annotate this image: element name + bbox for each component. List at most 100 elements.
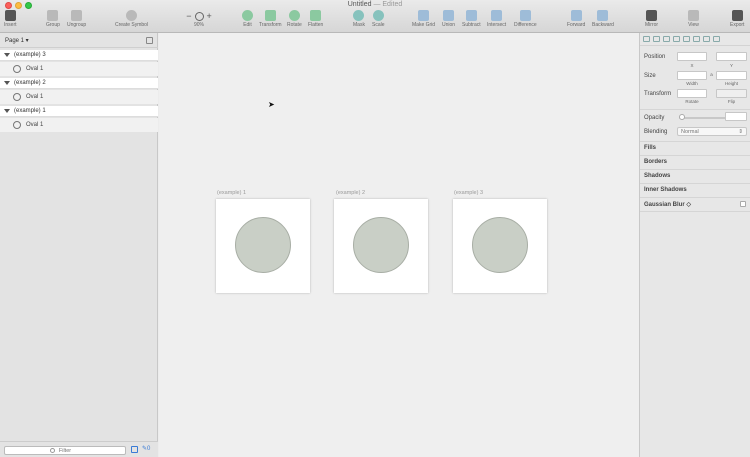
create-symbol-label: Create Symbol — [115, 22, 149, 28]
scale-button[interactable]: Scale — [372, 10, 385, 28]
intersect-button[interactable]: Intersect — [487, 10, 506, 28]
artboard-example-2[interactable] — [334, 199, 428, 293]
flip-buttons[interactable] — [716, 89, 747, 98]
artboard-label[interactable]: (example) 3 — [454, 190, 483, 196]
lock-ratio-icon[interactable]: a — [707, 72, 716, 77]
group-button[interactable]: Group — [46, 10, 60, 28]
flatten-label: Flatten — [308, 22, 324, 28]
oval-shape[interactable] — [472, 217, 528, 273]
union-label: Union — [442, 22, 456, 28]
flatten-button[interactable]: Flatten — [308, 10, 323, 28]
window-title-suffix: — Edited — [373, 1, 403, 8]
layer-oval[interactable]: Oval 1 — [0, 118, 158, 132]
x-field[interactable] — [677, 52, 707, 61]
width-field[interactable] — [677, 71, 707, 80]
y-label: Y — [729, 63, 733, 68]
zoom-in-button[interactable]: + — [207, 11, 212, 21]
artboard-example-1[interactable] — [216, 199, 310, 293]
export-label: Export — [730, 22, 745, 28]
gaussian-blur-select[interactable]: Gaussian Blur ◇ — [644, 201, 691, 208]
export-button[interactable]: Export — [730, 10, 744, 28]
union-button[interactable]: Union — [442, 10, 455, 28]
blending-select[interactable]: Normal ⇕ — [677, 127, 747, 136]
edit-button[interactable]: Edit — [242, 10, 253, 28]
edited-count: 0 — [147, 446, 151, 452]
opacity-field[interactable] — [725, 112, 747, 121]
distribute-horizontal-icon[interactable] — [643, 36, 650, 42]
artboard-name: (example) 1 — [14, 108, 46, 114]
chevron-up-down-icon: ⇕ — [738, 129, 743, 135]
align-bottom-icon[interactable] — [713, 36, 720, 42]
artboard-example-3[interactable] — [453, 199, 547, 293]
y-field[interactable] — [716, 52, 747, 61]
forward-label: Forward — [567, 22, 586, 28]
ungroup-button[interactable]: Ungroup — [67, 10, 86, 28]
height-field[interactable] — [716, 71, 747, 80]
layer-artboard-example-2[interactable]: (example) 2 — [0, 78, 158, 89]
create-symbol-button[interactable]: Create Symbol — [115, 10, 148, 28]
opacity-slider-knob[interactable] — [679, 114, 685, 120]
opacity-slider[interactable] — [679, 117, 731, 119]
view-button[interactable]: View — [688, 10, 699, 28]
layer-name: Oval 1 — [26, 122, 44, 128]
artboard-label[interactable]: (example) 1 — [217, 190, 246, 196]
transform-label: Transform — [644, 91, 672, 97]
page-selector[interactable]: Page 1 ▾ — [5, 37, 29, 44]
rotate-field[interactable] — [677, 89, 707, 98]
mask-button[interactable]: Mask — [353, 10, 365, 28]
align-center-icon[interactable] — [673, 36, 680, 42]
export-icon — [731, 10, 743, 21]
forward-button[interactable]: Forward — [567, 10, 585, 28]
oval-shape[interactable] — [235, 217, 291, 273]
disclosure-triangle-icon[interactable] — [4, 109, 10, 113]
oval-icon — [13, 93, 21, 101]
edited-layers-toggle[interactable]: ✎0 — [142, 445, 150, 452]
make-grid-button[interactable]: Make Grid — [412, 10, 435, 28]
blending-value: Normal — [681, 129, 699, 135]
subtract-button[interactable]: Subtract — [462, 10, 481, 28]
shadows-section[interactable]: Shadows — [644, 173, 670, 179]
align-left-icon[interactable] — [663, 36, 670, 42]
align-top-icon[interactable] — [693, 36, 700, 42]
fills-section[interactable]: Fills — [644, 145, 656, 151]
layer-name: Oval 1 — [26, 94, 44, 100]
position-label: Position — [644, 54, 666, 60]
gaussian-blur-checkbox[interactable] — [740, 201, 746, 207]
inner-shadows-section[interactable]: Inner Shadows — [644, 187, 687, 193]
transform-button[interactable]: Transform — [259, 10, 282, 28]
divider — [640, 155, 750, 156]
add-page-icon[interactable] — [146, 37, 153, 44]
rotate-label: Rotate — [685, 99, 699, 104]
align-right-icon[interactable] — [683, 36, 690, 42]
layer-oval[interactable]: Oval 1 — [0, 62, 158, 76]
filter-input[interactable] — [4, 446, 126, 455]
union-icon — [443, 10, 455, 21]
zoom-out-button[interactable]: − — [186, 11, 191, 21]
layer-artboard-example-1[interactable]: (example) 1 — [0, 106, 158, 117]
transform-label: Transform — [259, 22, 282, 28]
artboard-label[interactable]: (example) 2 — [336, 190, 365, 196]
rotate-label: Rotate — [287, 22, 302, 28]
backward-icon — [597, 10, 609, 21]
insert-button[interactable]: Insert — [4, 10, 17, 28]
view-label: View — [688, 22, 699, 28]
borders-section[interactable]: Borders — [644, 159, 667, 165]
layer-oval[interactable]: Oval 1 — [0, 90, 158, 104]
canvas[interactable]: (example) 1 (example) 2 (example) 3 ➤ — [159, 33, 639, 457]
divider — [640, 169, 750, 170]
show-artboards-icon[interactable] — [131, 446, 138, 453]
align-middle-icon[interactable] — [703, 36, 710, 42]
rotate-button[interactable]: Rotate — [287, 10, 302, 28]
intersect-icon — [491, 10, 503, 21]
backward-button[interactable]: Backward — [592, 10, 614, 28]
oval-shape[interactable] — [353, 217, 409, 273]
difference-button[interactable]: Difference — [514, 10, 537, 28]
distribute-vertical-icon[interactable] — [653, 36, 660, 42]
mirror-button[interactable]: Mirror — [645, 10, 658, 28]
oval-icon — [13, 121, 21, 129]
window-title: Untitled — Edited — [0, 1, 750, 8]
edit-icon — [242, 10, 253, 21]
disclosure-triangle-icon[interactable] — [4, 81, 10, 85]
layer-artboard-example-3[interactable]: (example) 3 — [0, 50, 158, 61]
disclosure-triangle-icon[interactable] — [4, 53, 10, 57]
